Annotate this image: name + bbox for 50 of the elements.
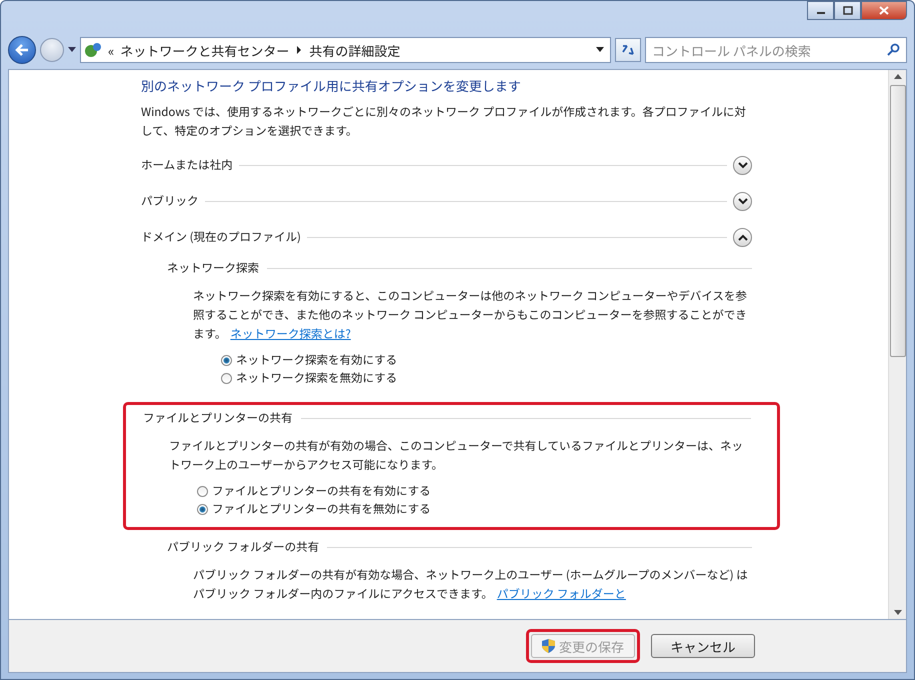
page-heading: 別のネットワーク プロファイル用に共有オプションを変更します xyxy=(141,76,522,95)
radio-label[interactable]: ネットワーク探索を無効にする xyxy=(236,370,398,386)
radio-button[interactable] xyxy=(221,354,232,366)
history-caret-icon[interactable] xyxy=(68,47,76,53)
minimize-button[interactable] xyxy=(807,1,834,20)
maximize-button[interactable] xyxy=(834,1,861,20)
section-description: パブリック フォルダーの共有が有効な場合、ネットワーク上のユーザー (ホームグループのメンバーなど) はパブリック フォルダー内のファイルにアクセスできます。 パブリック フォルダーと xyxy=(192,566,749,604)
breadcrumb-item[interactable]: 共有の詳細設定 xyxy=(309,40,400,60)
search-field[interactable]: コントロール パネルの検索 xyxy=(645,37,907,63)
close-button[interactable] xyxy=(861,1,907,20)
radio-button[interactable] xyxy=(197,486,208,496)
profile-heading: ドメイン (現在のプロファイル) xyxy=(141,229,301,245)
scroll-down-icon[interactable] xyxy=(894,610,902,615)
profile-heading: パブリック xyxy=(141,193,198,209)
breadcrumb-item[interactable]: ネットワークと共有センター xyxy=(120,40,290,60)
scroll-up-icon[interactable] xyxy=(894,74,902,79)
address-bar[interactable]: « ネットワークと共有センター 共有の詳細設定 xyxy=(80,37,611,63)
up-chevron-icon xyxy=(738,234,748,240)
section-heading: ネットワーク探索 xyxy=(167,260,259,276)
search-icon[interactable] xyxy=(887,43,900,56)
refresh-button[interactable] xyxy=(615,38,641,62)
radio-label[interactable]: ファイルとプリンターの共有を有効にする xyxy=(212,483,431,499)
cancel-button[interactable]: キャンセル xyxy=(651,634,755,658)
section-description: ネットワーク探索を有効にすると、このコンピューターは他のネットワーク コンピューターやデバイスを参照することができ、また他のネットワーク コンピューターからもこのコンピューターを参照することができます。 ネットワーク探索とは? xyxy=(192,287,748,344)
radio-button[interactable] xyxy=(197,504,208,514)
scrollbar[interactable] xyxy=(888,70,906,619)
radio-label[interactable]: ファイルとプリンターの共有を無効にする xyxy=(212,501,431,517)
radio-button[interactable] xyxy=(221,372,232,384)
close-icon xyxy=(879,6,889,15)
help-link[interactable]: ネットワーク探索とは? xyxy=(230,326,351,342)
back-button[interactable] xyxy=(8,36,36,64)
section-heading: パブリック フォルダーの共有 xyxy=(167,539,320,555)
refresh-icon xyxy=(621,44,635,56)
expand-button[interactable] xyxy=(733,192,752,210)
section-description: ファイルとプリンターの共有が有効の場合、このコンピューターで共有しているファイルとプリンターは、ネットワーク上のユーザーからアクセス可能になります。 xyxy=(168,437,744,475)
shield-icon xyxy=(542,639,555,653)
dropdown-caret-icon[interactable] xyxy=(596,47,604,53)
profile-heading: ホームまたは社内 xyxy=(141,157,233,173)
left-arrow-icon xyxy=(15,44,29,56)
overflow-mark[interactable]: « xyxy=(108,40,114,60)
separator-arrow-icon[interactable] xyxy=(295,46,304,54)
expand-button[interactable] xyxy=(733,156,752,174)
radio-label[interactable]: ネットワーク探索を有効にする xyxy=(236,352,398,368)
intro-text: Windows では、使用するネットワークごとに別々のネットワーク プロファイルが作成されます。各プロファイルに対して、特定のオプションを選択できます。 xyxy=(141,103,747,141)
maximize-icon xyxy=(842,6,852,15)
down-chevron-icon xyxy=(738,162,748,168)
collapse-button[interactable] xyxy=(733,228,752,246)
down-chevron-icon xyxy=(738,198,748,204)
help-link[interactable]: パブリック フォルダーと xyxy=(496,586,626,602)
section-heading: ファイルとプリンターの共有 xyxy=(143,410,292,426)
